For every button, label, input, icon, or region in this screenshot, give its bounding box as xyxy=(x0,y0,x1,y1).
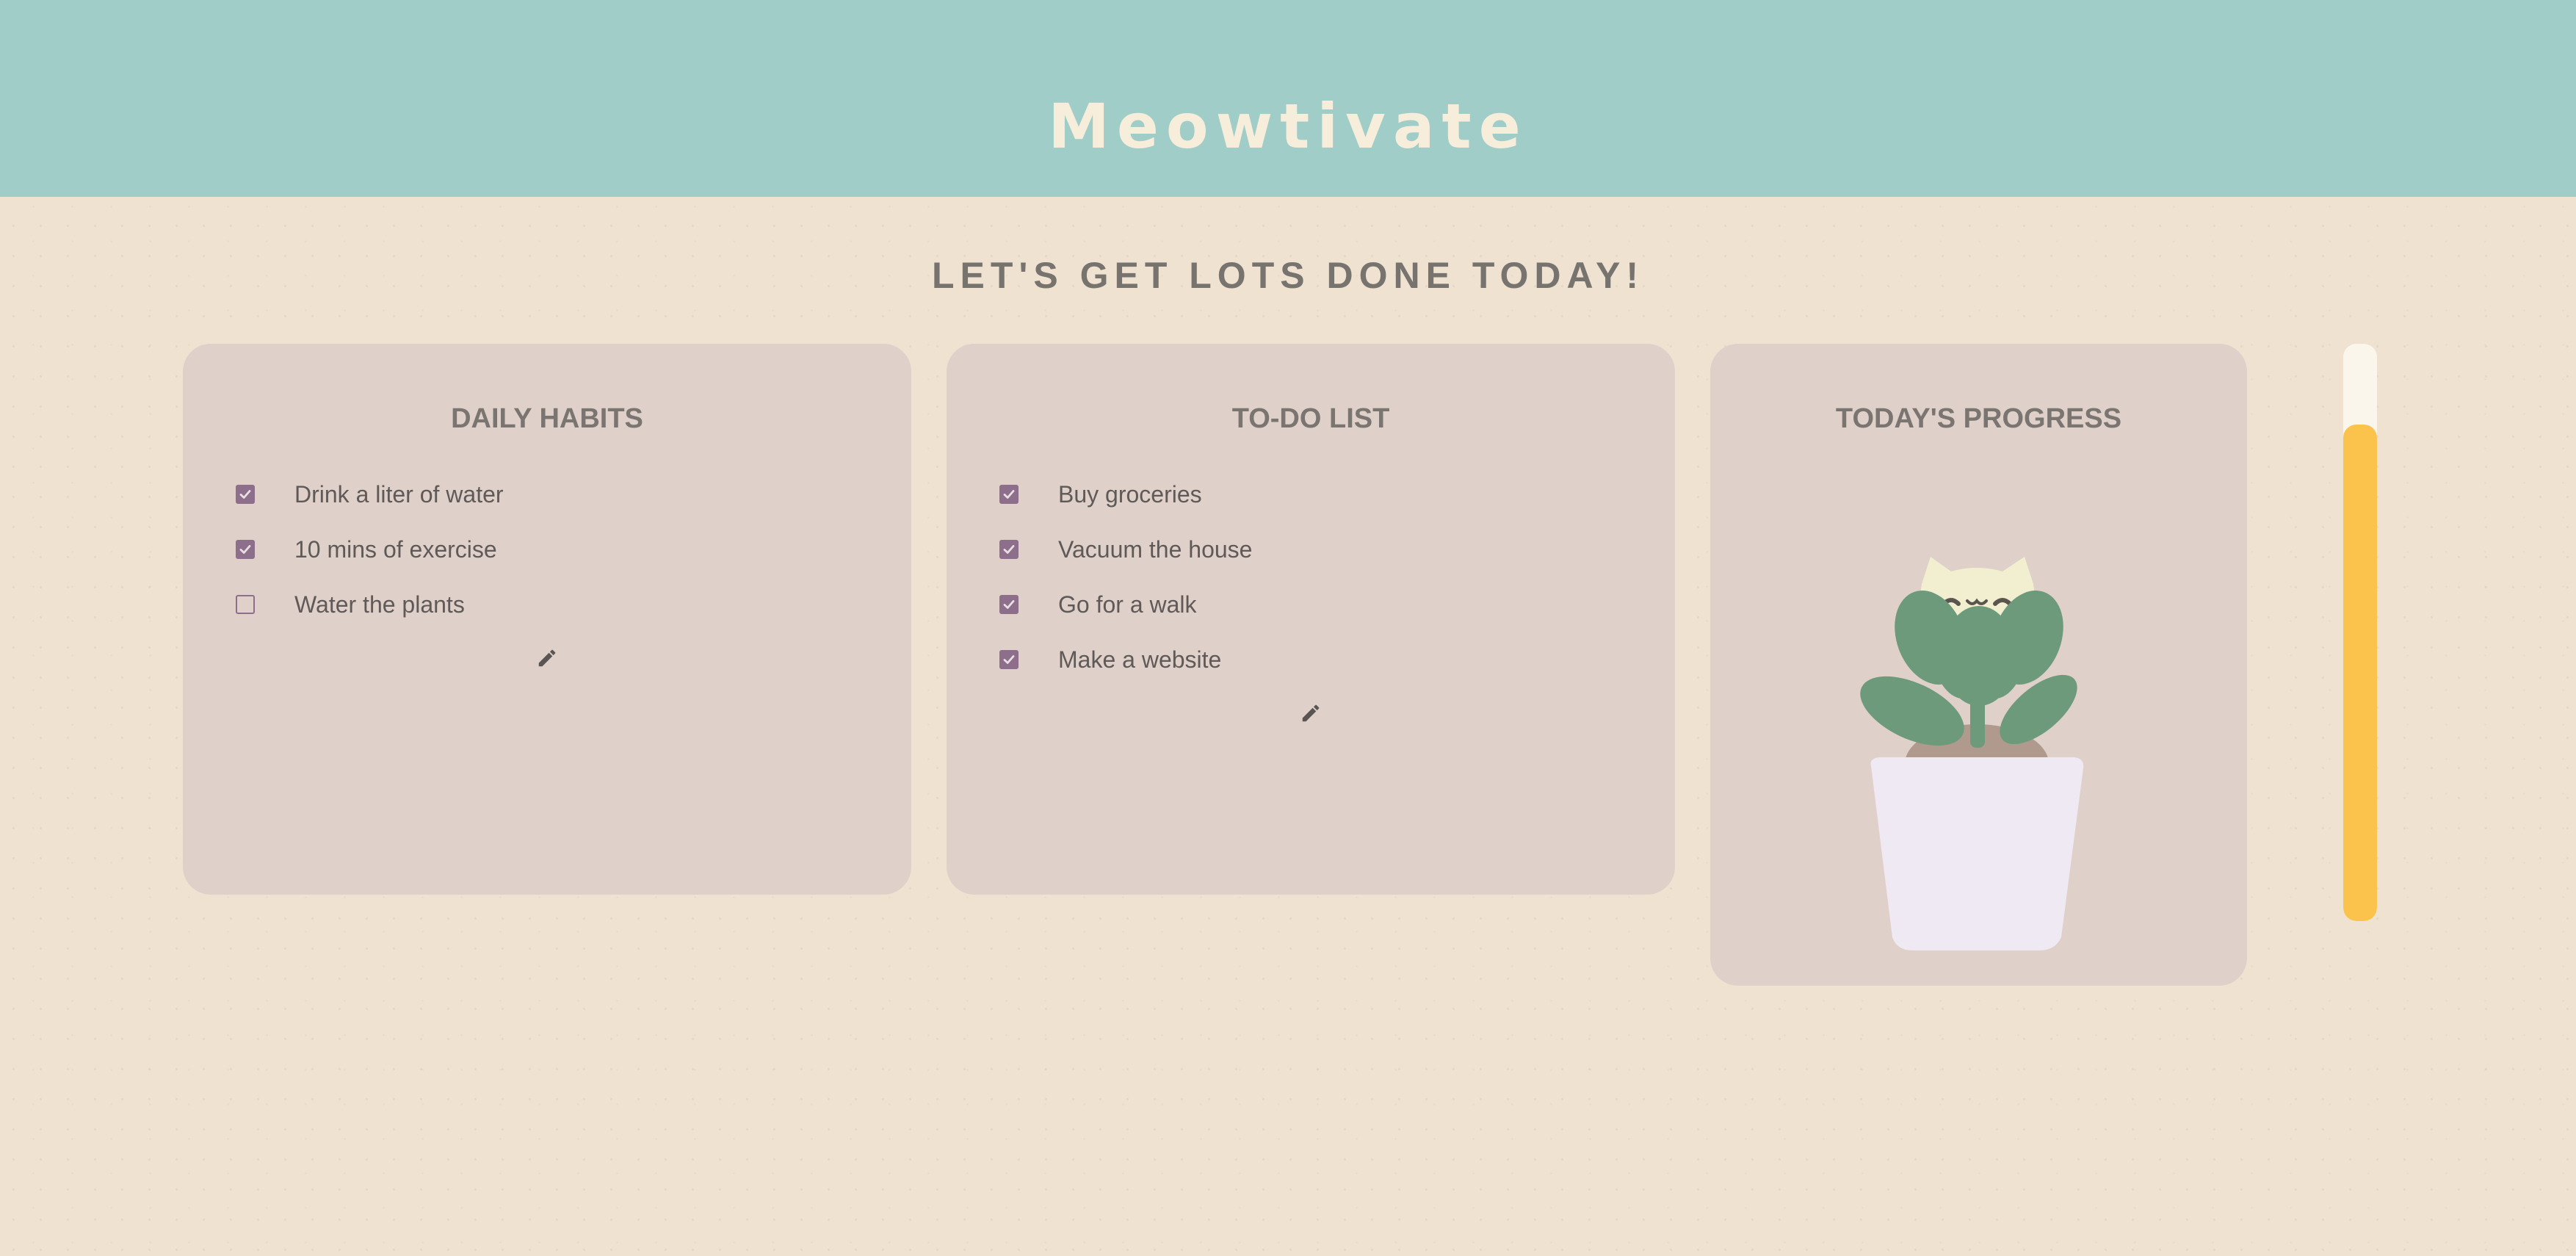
todays-progress-card: TODAY'S PROGRESS xyxy=(1710,344,2247,986)
checkbox-unchecked[interactable] xyxy=(236,595,255,614)
progress-bar-track xyxy=(2343,344,2377,921)
checkbox-checked[interactable] xyxy=(999,650,1019,669)
checkbox-checked[interactable] xyxy=(999,595,1019,614)
app-title: Meowtivate xyxy=(1048,90,1528,162)
todo-label: Vacuum the house xyxy=(1058,535,1253,563)
pencil-icon xyxy=(538,649,556,667)
todo-item[interactable]: Vacuum the house xyxy=(999,527,1252,571)
todo-label: Go for a walk xyxy=(1058,591,1197,618)
todo-list-title: TO-DO LIST xyxy=(1231,403,1390,434)
progress-bar-fill xyxy=(2343,425,2377,921)
todo-label: Buy groceries xyxy=(1058,480,1202,508)
checkbox-checked[interactable] xyxy=(999,540,1019,559)
page-tagline: LET'S GET LOTS DONE TODAY! xyxy=(932,255,1644,296)
habit-item[interactable]: Water the plants xyxy=(236,582,465,627)
daily-habits-title: DAILY HABITS xyxy=(451,403,643,434)
todo-item[interactable]: Make a website xyxy=(999,638,1221,682)
edit-habits-button[interactable] xyxy=(534,645,560,671)
todo-item[interactable]: Go for a walk xyxy=(999,582,1197,627)
daily-habits-card: DAILY HABITS Drink a liter of water 10 m… xyxy=(183,344,911,895)
header-bar: Meowtivate xyxy=(0,0,2576,197)
checkbox-checked[interactable] xyxy=(236,540,255,559)
checkbox-checked[interactable] xyxy=(236,485,255,504)
pencil-icon xyxy=(1302,704,1320,722)
habit-item[interactable]: 10 mins of exercise xyxy=(236,527,497,571)
habit-label: 10 mins of exercise xyxy=(294,535,497,563)
checkbox-checked[interactable] xyxy=(999,485,1019,504)
habit-item[interactable]: Drink a liter of water xyxy=(236,472,504,516)
habit-label: Water the plants xyxy=(294,591,465,618)
habit-label: Drink a liter of water xyxy=(294,480,504,508)
edit-todo-button[interactable] xyxy=(1298,700,1324,726)
cat-plant-illustration xyxy=(1860,557,2084,950)
todo-list-card: TO-DO LIST Buy groceries Vacuum the hous… xyxy=(947,344,1675,895)
todo-item[interactable]: Buy groceries xyxy=(999,472,1202,516)
todo-label: Make a website xyxy=(1058,646,1222,673)
